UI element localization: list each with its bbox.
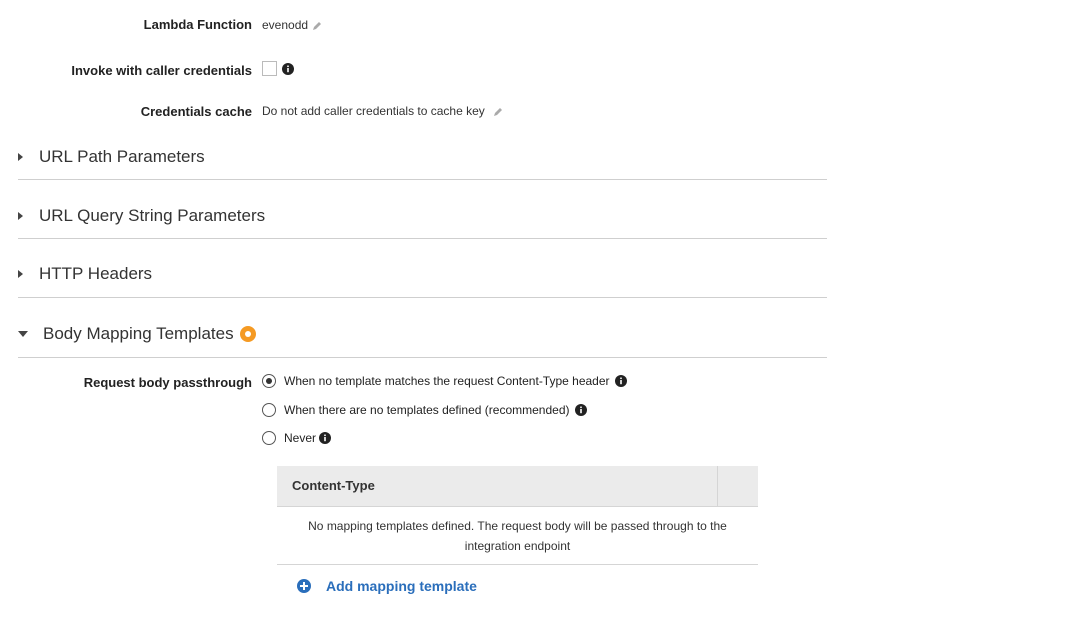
credentials-cache-text: Do not add caller credentials to cache k…: [262, 104, 485, 118]
caret-right-icon: [18, 211, 23, 220]
radio-label: Never: [284, 431, 317, 445]
table-header: Content-Type: [277, 466, 758, 507]
radio-label: When there are no templates defined (rec…: [284, 403, 570, 417]
radio-label: When no template matches the request Con…: [284, 374, 610, 388]
section-title: URL Query String Parameters: [39, 205, 266, 225]
section-title: HTTP Headers: [39, 264, 153, 283]
credentials-cache-label: Credentials cache: [140, 104, 252, 119]
passthrough-option-no-match[interactable]: When no template matches the request Con…: [262, 374, 627, 388]
radio-selected-icon[interactable]: [262, 374, 276, 388]
lambda-function-name: evenodd: [262, 18, 309, 32]
mapping-templates-table: Content-Type No mapping templates define…: [277, 466, 758, 565]
pencil-icon[interactable]: [311, 20, 323, 32]
passthrough-option-never[interactable]: Never: [262, 431, 332, 445]
radio-icon[interactable]: [262, 431, 276, 445]
info-icon[interactable]: [319, 432, 332, 444]
info-icon[interactable]: [614, 375, 627, 387]
section-url-path-parameters[interactable]: URL Path Parameters: [18, 134, 827, 180]
radio-icon[interactable]: [262, 403, 276, 417]
info-icon[interactable]: [574, 404, 587, 416]
status-badge-icon: [239, 326, 256, 342]
lambda-function-label: Lambda Function: [143, 17, 252, 32]
content-type-column-header: Content-Type: [292, 478, 375, 493]
add-mapping-template-label: Add mapping template: [326, 578, 477, 594]
caret-right-icon: [18, 270, 23, 278]
empty-message: No mapping templates defined. The reques…: [277, 507, 758, 565]
section-body-mapping-templates[interactable]: Body Mapping Templates: [18, 311, 827, 358]
caret-down-icon: [18, 331, 28, 337]
add-mapping-template-button[interactable]: Add mapping template: [297, 578, 477, 594]
section-title: Body Mapping Templates: [43, 324, 234, 343]
request-body-passthrough-label: Request body passthrough: [83, 375, 252, 390]
lambda-function-value: evenodd: [262, 18, 323, 32]
section-title: URL Path Parameters: [39, 146, 205, 166]
info-icon[interactable]: [282, 62, 294, 75]
invoke-caller-credentials-label: Invoke with caller credentials: [71, 63, 252, 78]
credentials-cache-value: Do not add caller credentials to cache k…: [262, 104, 504, 118]
actions-column-header: [717, 466, 758, 506]
caret-right-icon: [18, 152, 23, 161]
plus-circle-icon: [297, 579, 311, 593]
section-http-headers[interactable]: HTTP Headers: [18, 251, 827, 298]
passthrough-option-no-templates[interactable]: When there are no templates defined (rec…: [262, 403, 587, 417]
invoke-caller-credentials-checkbox[interactable]: [262, 61, 277, 76]
invoke-caller-credentials-control: [262, 61, 294, 76]
pencil-icon[interactable]: [492, 106, 504, 118]
section-url-query-string-parameters[interactable]: URL Query String Parameters: [18, 193, 827, 239]
